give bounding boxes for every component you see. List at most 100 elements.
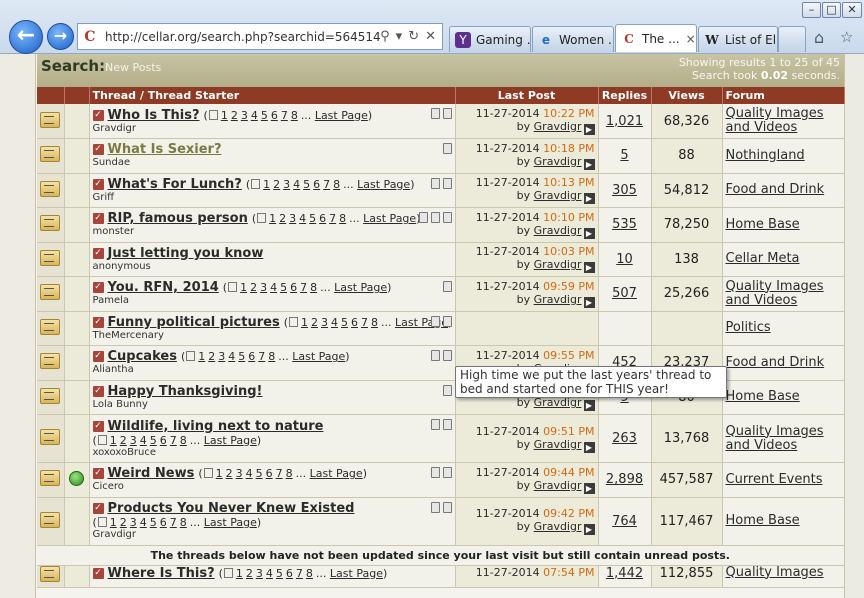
last-poster-link[interactable]: Gravdigr <box>534 155 582 168</box>
last-page-link[interactable]: Last Page <box>204 516 257 529</box>
replies-count[interactable]: 305 <box>612 183 637 198</box>
refresh-icon[interactable]: ↻ <box>408 29 419 44</box>
page-link[interactable]: 2 <box>311 316 318 329</box>
page-link[interactable]: 4 <box>331 316 338 329</box>
last-page-link[interactable]: Last Page <box>330 567 383 580</box>
page-link[interactable]: 3 <box>130 516 137 529</box>
tab-the-cellar[interactable]: C The ... × <box>615 24 697 52</box>
go-to-last-post-icon[interactable]: ▶ <box>583 227 595 239</box>
close-window-button[interactable]: ✕ <box>842 2 862 18</box>
page-link[interactable]: 1 <box>236 567 243 580</box>
page-link[interactable]: 4 <box>228 350 235 363</box>
forum-link[interactable]: Quality Images and Videos <box>726 106 824 135</box>
thread-title-link[interactable]: Who Is This? <box>108 108 200 123</box>
thread-status-icon[interactable] <box>40 387 61 404</box>
address-url[interactable]: http://cellar.org/search.php?searchid=56… <box>105 30 380 44</box>
go-to-last-post-icon[interactable]: ▶ <box>583 482 595 494</box>
thread-title-link[interactable]: Happy Thanksgiving! <box>108 384 263 399</box>
page-link[interactable]: 7 <box>323 178 330 191</box>
replies-count[interactable]: 263 <box>612 431 637 446</box>
thread-status-icon[interactable] <box>40 318 61 335</box>
last-page-link[interactable]: Last Page <box>357 178 410 191</box>
thread-column-header[interactable]: Thread / Thread Starter <box>89 87 456 104</box>
last-poster-link[interactable]: Gravdigr <box>534 189 582 202</box>
page-link[interactable]: 2 <box>250 281 257 294</box>
thread-status-icon[interactable] <box>40 111 61 128</box>
page-link[interactable]: 8 <box>291 109 298 122</box>
page-link[interactable]: 6 <box>160 434 167 447</box>
page-link[interactable]: 2 <box>279 212 286 225</box>
page-link[interactable]: 6 <box>313 178 320 191</box>
thread-title-link[interactable]: What Is Sexier? <box>108 142 222 157</box>
forum-link[interactable]: Quality Images and Videos <box>726 424 824 453</box>
page-link[interactable]: 4 <box>299 212 306 225</box>
tab-list-of-el[interactable]: W List of El... <box>698 26 778 52</box>
page-link[interactable]: 8 <box>371 316 378 329</box>
last-page-link[interactable]: Last Page <box>292 350 345 363</box>
forum-link[interactable]: Food and Drink <box>726 182 825 197</box>
stop-icon[interactable]: ✕ <box>425 29 436 44</box>
page-link[interactable]: 5 <box>150 434 157 447</box>
thread-title-link[interactable]: Weird News <box>108 466 195 481</box>
go-to-last-post-icon[interactable]: ▶ <box>583 524 595 535</box>
thread-title-link[interactable]: Wildlife, living next to nature <box>108 419 324 434</box>
thread-status-icon[interactable] <box>40 470 61 487</box>
page-link[interactable]: 8 <box>306 567 313 580</box>
thread-title-link[interactable]: Cupcakes <box>108 349 177 364</box>
page-link[interactable]: 5 <box>256 467 263 480</box>
close-tab-icon[interactable]: × <box>680 32 696 46</box>
replies-count[interactable]: 5 <box>620 148 628 163</box>
page-link[interactable]: 3 <box>236 467 243 480</box>
search-icon[interactable]: ⚲ <box>380 29 390 44</box>
replies-count[interactable]: 535 <box>612 217 637 232</box>
page-link[interactable]: 7 <box>170 516 177 529</box>
thread-status-icon[interactable] <box>40 511 61 528</box>
page-link[interactable]: 2 <box>226 467 233 480</box>
page-link[interactable]: 8 <box>286 467 293 480</box>
page-link[interactable]: 5 <box>309 212 316 225</box>
thread-status-icon[interactable] <box>40 284 61 301</box>
last-page-link[interactable]: Last Page <box>315 109 368 122</box>
page-link[interactable]: 6 <box>160 516 167 529</box>
thread-status-icon[interactable] <box>40 215 61 232</box>
new-tab-button[interactable] <box>778 26 806 52</box>
thread-status-icon[interactable] <box>40 146 61 163</box>
maximize-button[interactable]: □ <box>822 2 841 18</box>
replies-count[interactable]: 764 <box>612 514 637 529</box>
last-poster-link[interactable]: Gravdigr <box>534 396 582 409</box>
last-post-column-header[interactable]: Last Post <box>455 87 599 104</box>
minimize-button[interactable]: – <box>802 2 821 18</box>
page-link[interactable]: 8 <box>180 516 187 529</box>
page-link[interactable]: 6 <box>319 212 326 225</box>
page-link[interactable]: 6 <box>271 109 278 122</box>
thread-status-icon[interactable] <box>40 249 61 266</box>
last-page-link[interactable]: Last Page <box>310 467 363 480</box>
page-link[interactable]: 5 <box>341 316 348 329</box>
page-link[interactable]: 2 <box>120 516 127 529</box>
page-link[interactable]: 4 <box>270 281 277 294</box>
page-link[interactable]: 2 <box>231 109 238 122</box>
page-link[interactable]: 3 <box>283 178 290 191</box>
page-link[interactable]: 8 <box>333 178 340 191</box>
page-link[interactable]: 6 <box>266 467 273 480</box>
page-link[interactable]: 3 <box>289 212 296 225</box>
page-link[interactable]: 7 <box>170 434 177 447</box>
last-page-link[interactable]: Last Page <box>334 281 387 294</box>
page-link[interactable]: 2 <box>120 434 127 447</box>
forum-link[interactable]: Home Base <box>726 513 800 528</box>
tab-women[interactable]: e Women ... <box>532 26 614 52</box>
forum-link[interactable]: Current Events <box>726 472 823 487</box>
page-link[interactable]: 7 <box>296 567 303 580</box>
go-to-last-post-icon[interactable]: ▶ <box>583 158 595 170</box>
page-link[interactable]: 3 <box>218 350 225 363</box>
replies-count[interactable]: 1,021 <box>606 114 643 129</box>
page-link[interactable]: 5 <box>303 178 310 191</box>
page-link[interactable]: 4 <box>140 516 147 529</box>
forum-link[interactable]: Politics <box>726 320 771 335</box>
go-to-last-post-icon[interactable]: ▶ <box>583 124 595 135</box>
page-link[interactable]: 8 <box>268 350 275 363</box>
page-link[interactable]: 3 <box>241 109 248 122</box>
page-link[interactable]: 4 <box>140 434 147 447</box>
thread-title-link[interactable]: You. RFN, 2014 <box>108 280 219 295</box>
page-link[interactable]: 6 <box>351 316 358 329</box>
